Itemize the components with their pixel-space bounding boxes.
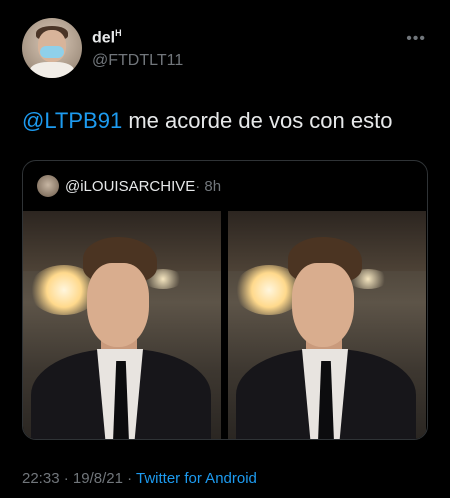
tweet-time: 22:33 (22, 470, 60, 487)
author-handle[interactable]: @FTDTLT11 (92, 52, 183, 70)
author-name[interactable]: delH (92, 28, 122, 47)
mention-link[interactable]: @LTPB91 (22, 108, 122, 133)
tweet-source-link[interactable]: Twitter for Android (136, 470, 257, 487)
quoted-photo-left[interactable] (23, 211, 221, 439)
quoted-author-avatar[interactable] (37, 175, 59, 197)
quoted-photo-right[interactable] (228, 211, 426, 439)
quoted-author[interactable]: @iLOUISARCHIVE· 8h (65, 178, 221, 195)
author-avatar[interactable] (22, 18, 82, 78)
tweet-date: 19/8/21 (72, 470, 123, 487)
tweet-metadata: 22:33 · 19/8/21 · Twitter for Android (22, 470, 257, 487)
quoted-tweet[interactable]: @iLOUISARCHIVE· 8h (22, 160, 428, 440)
more-horizontal-icon[interactable]: ••• (406, 30, 426, 48)
tweet-text: @LTPB91 me acorde de vos con esto (22, 108, 393, 133)
